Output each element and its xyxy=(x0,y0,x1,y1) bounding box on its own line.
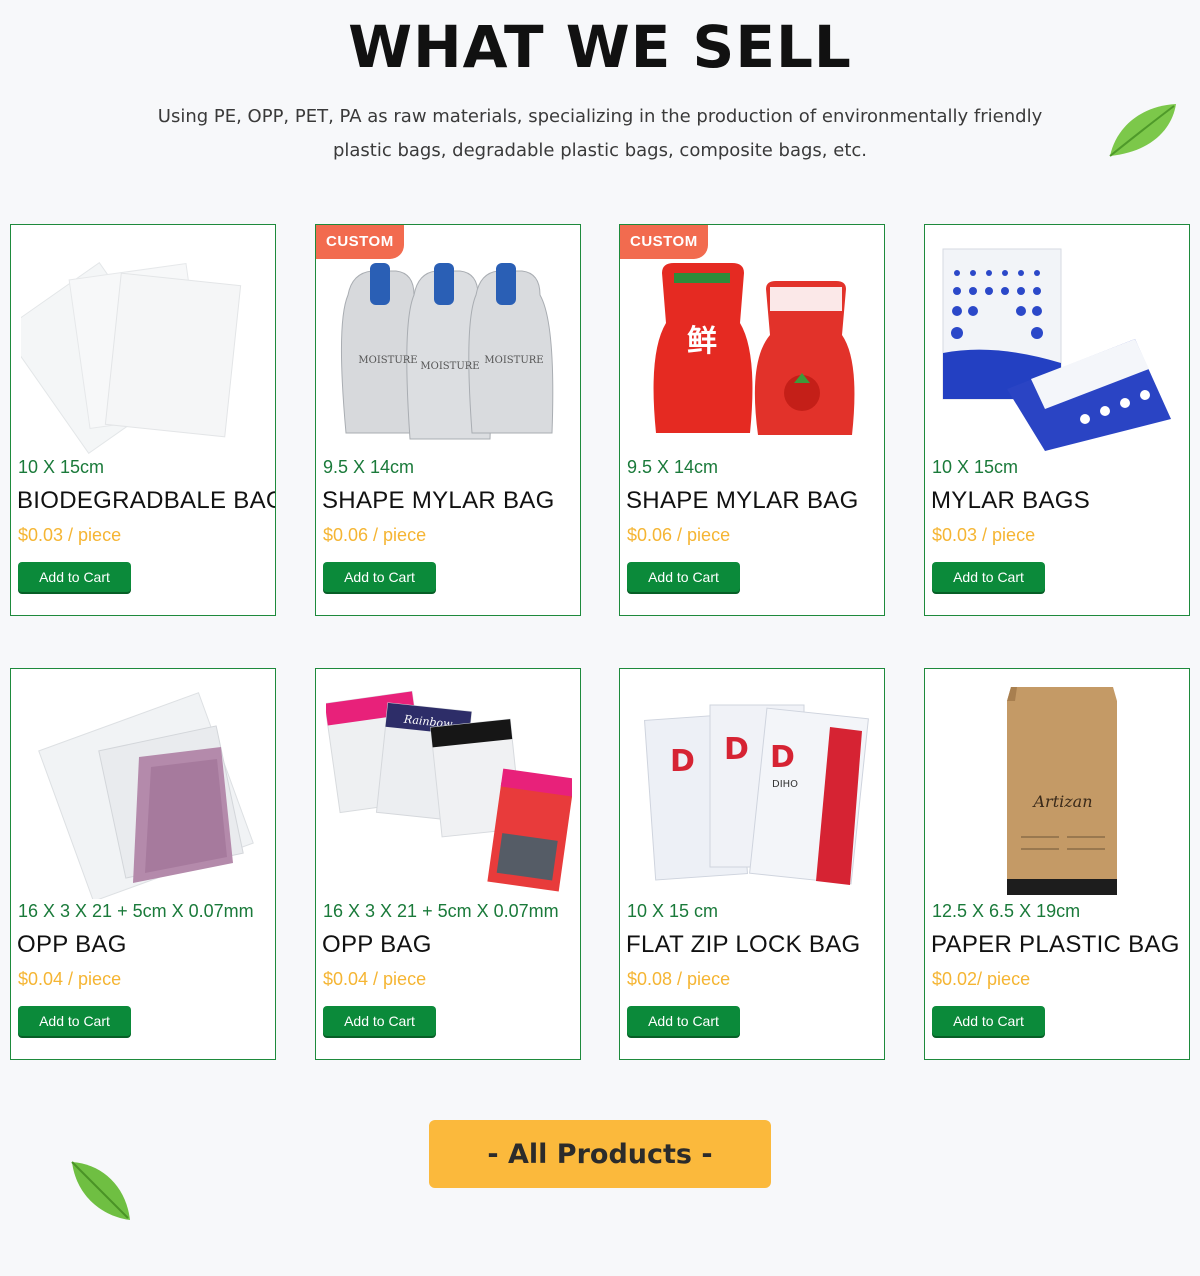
leaf-icon xyxy=(1109,104,1176,157)
product-image[interactable]: MOISTURE MOISTURE MOISTURE xyxy=(326,243,572,455)
product-price: $0.04 / piece xyxy=(18,969,122,989)
add-to-cart-button[interactable]: Add to Cart xyxy=(932,1006,1045,1036)
product-card[interactable]: Rainbow 16 X 3 X 21 + 5cm X 0.07mm OPP B… xyxy=(315,668,581,1060)
product-price: $0.08 / piece xyxy=(627,969,731,989)
product-image[interactable]: Rainbow xyxy=(326,687,572,899)
add-to-cart-button[interactable]: Add to Cart xyxy=(932,562,1045,592)
svg-text:D: D xyxy=(724,732,749,767)
svg-text:D: D xyxy=(770,740,795,775)
add-to-cart-button[interactable]: Add to Cart xyxy=(18,562,131,592)
product-name[interactable]: OPP BAG xyxy=(17,931,127,959)
product-size: 16 X 3 X 21 + 5cm X 0.07mm xyxy=(18,901,254,921)
product-size: 9.5 X 14cm xyxy=(323,457,415,477)
svg-text:MOISTURE: MOISTURE xyxy=(484,355,543,366)
product-card[interactable]: CUSTOM MOISTURE MOISTURE MOISTURE 9.5 X … xyxy=(315,224,581,616)
product-card[interactable]: Artizan 12.5 X 6.5 X 19cm PAPER PLASTIC … xyxy=(924,668,1190,1060)
product-image[interactable] xyxy=(935,243,1181,455)
all-products-button[interactable]: - All Products - xyxy=(429,1120,771,1188)
product-image[interactable]: D D D DIHO xyxy=(630,687,876,899)
add-to-cart-button[interactable]: Add to Cart xyxy=(323,1006,436,1036)
product-name[interactable]: SHAPE MYLAR BAG xyxy=(626,487,859,515)
svg-text:鲜: 鲜 xyxy=(687,324,717,359)
product-name[interactable]: OPP BAG xyxy=(322,931,432,959)
svg-text:DIHO: DIHO xyxy=(772,779,798,790)
svg-text:Artizan: Artizan xyxy=(1031,792,1092,811)
product-card[interactable]: D D D DIHO 10 X 15 cm FLAT ZIP LOCK BAG … xyxy=(619,668,885,1060)
product-price: $0.06 / piece xyxy=(627,525,731,545)
leaf-icon xyxy=(71,1161,130,1220)
product-card[interactable]: 10 X 15cm BIODEGRADBALE BAGS $0.03 / pie… xyxy=(10,224,276,616)
section-title: WHAT WE SELL xyxy=(348,13,852,81)
product-size: 12.5 X 6.5 X 19cm xyxy=(932,901,1081,921)
product-price: $0.06 / piece xyxy=(323,525,427,545)
product-size: 10 X 15 cm xyxy=(627,901,719,921)
product-price: $0.04 / piece xyxy=(323,969,427,989)
product-size: 10 X 15cm xyxy=(18,457,105,477)
add-to-cart-button[interactable]: Add to Cart xyxy=(323,562,436,592)
svg-text:MOISTURE: MOISTURE xyxy=(420,361,479,372)
product-price: $0.03 / piece xyxy=(932,525,1036,545)
product-name[interactable]: BIODEGRADBALE BAGS xyxy=(17,487,275,515)
product-image[interactable]: 鲜 xyxy=(630,243,876,455)
product-name[interactable]: SHAPE MYLAR BAG xyxy=(322,487,555,515)
product-size: 9.5 X 14cm xyxy=(627,457,719,477)
product-image[interactable]: Artizan xyxy=(935,687,1181,899)
section-subtitle: Using PE, OPP, PET, PA as raw materials,… xyxy=(157,106,1043,161)
product-image[interactable] xyxy=(21,687,267,899)
product-image[interactable] xyxy=(21,243,267,455)
product-card[interactable]: CUSTOM 鲜 9.5 X 14cm SHAPE MYLAR BAG $0.0… xyxy=(619,224,885,616)
product-size: 10 X 15cm xyxy=(932,457,1019,477)
product-price: $0.02/ piece xyxy=(932,969,1031,989)
add-to-cart-button[interactable]: Add to Cart xyxy=(18,1006,131,1036)
product-name[interactable]: MYLAR BAGS xyxy=(931,487,1090,515)
svg-text:MOISTURE: MOISTURE xyxy=(358,355,417,366)
product-size: 16 X 3 X 21 + 5cm X 0.07mm xyxy=(323,901,559,921)
product-card[interactable]: 16 X 3 X 21 + 5cm X 0.07mm OPP BAG $0.04… xyxy=(10,668,276,1060)
svg-text:D: D xyxy=(670,744,695,779)
product-name[interactable]: PAPER PLASTIC BAG xyxy=(931,931,1180,959)
product-name[interactable]: FLAT ZIP LOCK BAG xyxy=(626,931,861,959)
add-to-cart-button[interactable]: Add to Cart xyxy=(627,562,740,592)
product-card[interactable]: 10 X 15cm MYLAR BAGS $0.03 / piece Add t… xyxy=(924,224,1190,616)
product-price: $0.03 / piece xyxy=(18,525,122,545)
add-to-cart-button[interactable]: Add to Cart xyxy=(627,1006,740,1036)
